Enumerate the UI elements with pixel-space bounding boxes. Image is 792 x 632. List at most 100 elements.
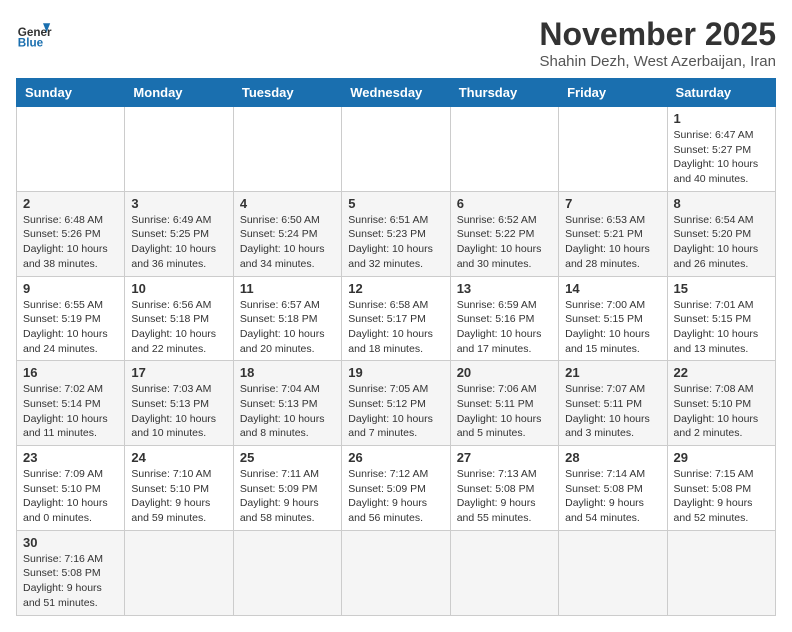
- day-info: Sunrise: 6:49 AM Sunset: 5:25 PM Dayligh…: [131, 213, 226, 272]
- calendar-day-cell: 24 Sunrise: 7:10 AM Sunset: 5:10 PM Dayli…: [125, 446, 233, 531]
- day-number: 3: [131, 196, 226, 211]
- day-number: 17: [131, 365, 226, 380]
- calendar-day-cell: 30 Sunrise: 7:16 AM Sunset: 5:08 PM Dayli…: [17, 530, 125, 615]
- day-info: Sunrise: 6:57 AM Sunset: 5:18 PM Dayligh…: [240, 298, 335, 357]
- calendar-day-cell: [342, 107, 450, 192]
- day-number: 13: [457, 281, 552, 296]
- calendar-day-cell: [450, 530, 558, 615]
- calendar-day-cell: 19Sunrise: 7:05 AM Sunset: 5:12 PM Dayli…: [342, 361, 450, 446]
- day-info: Sunrise: 6:48 AM Sunset: 5:26 PM Dayligh…: [23, 213, 118, 272]
- calendar-day-cell: [559, 530, 667, 615]
- day-number: 28: [565, 450, 660, 465]
- calendar-day-cell: 1Sunrise: 6:47 AM Sunset: 5:27 PM Daylig…: [667, 107, 775, 192]
- day-number: 9: [23, 281, 118, 296]
- day-info: Sunrise: 7:10 AM Sunset: 5:10 PM Dayligh…: [131, 467, 226, 526]
- calendar-day-cell: 21Sunrise: 7:07 AM Sunset: 5:11 PM Dayli…: [559, 361, 667, 446]
- day-number: 11: [240, 281, 335, 296]
- calendar-day-cell: 22 Sunrise: 7:08 AM Sunset: 5:10 PM Dayli…: [667, 361, 775, 446]
- weekday-header-monday: Monday: [125, 79, 233, 107]
- day-info: Sunrise: 7:04 AM Sunset: 5:13 PM Dayligh…: [240, 382, 335, 441]
- calendar-week-row: 23 Sunrise: 7:09 AM Sunset: 5:10 PM Dayli…: [17, 446, 776, 531]
- day-number: 18: [240, 365, 335, 380]
- calendar-week-row: 16 Sunrise: 7:02 AM Sunset: 5:14 PM Dayli…: [17, 361, 776, 446]
- day-info: Sunrise: 7:00 AM Sunset: 5:15 PM Dayligh…: [565, 298, 660, 357]
- calendar-day-cell: 26Sunrise: 7:12 AM Sunset: 5:09 PM Dayli…: [342, 446, 450, 531]
- calendar-day-cell: 7 Sunrise: 6:53 AM Sunset: 5:21 PM Daylig…: [559, 191, 667, 276]
- day-info: Sunrise: 7:16 AM Sunset: 5:08 PM Dayligh…: [23, 552, 118, 611]
- day-number: 4: [240, 196, 335, 211]
- day-info: Sunrise: 6:54 AM Sunset: 5:20 PM Dayligh…: [674, 213, 769, 272]
- day-number: 16: [23, 365, 118, 380]
- calendar-day-cell: 27Sunrise: 7:13 AM Sunset: 5:08 PM Dayli…: [450, 446, 558, 531]
- calendar-day-cell: 10 Sunrise: 6:56 AM Sunset: 5:18 PM Dayli…: [125, 276, 233, 361]
- day-number: 29: [674, 450, 769, 465]
- calendar-day-cell: 15 Sunrise: 7:01 AM Sunset: 5:15 PM Dayli…: [667, 276, 775, 361]
- day-info: Sunrise: 7:02 AM Sunset: 5:14 PM Dayligh…: [23, 382, 118, 441]
- day-info: Sunrise: 6:50 AM Sunset: 5:24 PM Dayligh…: [240, 213, 335, 272]
- day-info: Sunrise: 6:58 AM Sunset: 5:17 PM Dayligh…: [348, 298, 443, 357]
- calendar-day-cell: 6Sunrise: 6:52 AM Sunset: 5:22 PM Daylig…: [450, 191, 558, 276]
- day-number: 23: [23, 450, 118, 465]
- calendar-day-cell: 5 Sunrise: 6:51 AM Sunset: 5:23 PM Daylig…: [342, 191, 450, 276]
- calendar-week-row: 1Sunrise: 6:47 AM Sunset: 5:27 PM Daylig…: [17, 107, 776, 192]
- calendar-week-row: 30 Sunrise: 7:16 AM Sunset: 5:08 PM Dayli…: [17, 530, 776, 615]
- day-number: 30: [23, 535, 118, 550]
- day-number: 15: [674, 281, 769, 296]
- day-info: Sunrise: 7:08 AM Sunset: 5:10 PM Dayligh…: [674, 382, 769, 441]
- day-number: 6: [457, 196, 552, 211]
- day-info: Sunrise: 6:55 AM Sunset: 5:19 PM Dayligh…: [23, 298, 118, 357]
- day-number: 22: [674, 365, 769, 380]
- day-number: 24: [131, 450, 226, 465]
- calendar-day-cell: 16 Sunrise: 7:02 AM Sunset: 5:14 PM Dayli…: [17, 361, 125, 446]
- calendar-day-cell: 14Sunrise: 7:00 AM Sunset: 5:15 PM Dayli…: [559, 276, 667, 361]
- calendar-day-cell: [17, 107, 125, 192]
- calendar-day-cell: 13 Sunrise: 6:59 AM Sunset: 5:16 PM Dayli…: [450, 276, 558, 361]
- day-info: Sunrise: 6:51 AM Sunset: 5:23 PM Dayligh…: [348, 213, 443, 272]
- day-number: 20: [457, 365, 552, 380]
- calendar-day-cell: 18 Sunrise: 7:04 AM Sunset: 5:13 PM Dayli…: [233, 361, 341, 446]
- day-number: 19: [348, 365, 443, 380]
- calendar-day-cell: 25Sunrise: 7:11 AM Sunset: 5:09 PM Dayli…: [233, 446, 341, 531]
- calendar-day-cell: 8Sunrise: 6:54 AM Sunset: 5:20 PM Daylig…: [667, 191, 775, 276]
- month-title: November 2025: [539, 16, 776, 53]
- day-number: 5: [348, 196, 443, 211]
- day-info: Sunrise: 7:03 AM Sunset: 5:13 PM Dayligh…: [131, 382, 226, 441]
- day-number: 10: [131, 281, 226, 296]
- calendar-day-cell: [233, 107, 341, 192]
- calendar-day-cell: [125, 530, 233, 615]
- svg-text:Blue: Blue: [18, 37, 44, 50]
- calendar-day-cell: 11 Sunrise: 6:57 AM Sunset: 5:18 PM Dayli…: [233, 276, 341, 361]
- day-info: Sunrise: 6:59 AM Sunset: 5:16 PM Dayligh…: [457, 298, 552, 357]
- day-info: Sunrise: 7:01 AM Sunset: 5:15 PM Dayligh…: [674, 298, 769, 357]
- day-number: 7: [565, 196, 660, 211]
- day-number: 21: [565, 365, 660, 380]
- day-info: Sunrise: 7:09 AM Sunset: 5:10 PM Dayligh…: [23, 467, 118, 526]
- weekday-header-sunday: Sunday: [17, 79, 125, 107]
- weekday-header-friday: Friday: [559, 79, 667, 107]
- day-info: Sunrise: 6:56 AM Sunset: 5:18 PM Dayligh…: [131, 298, 226, 357]
- calendar-day-cell: 17 Sunrise: 7:03 AM Sunset: 5:13 PM Dayli…: [125, 361, 233, 446]
- header: General Blue November 2025 Shahin Dezh, …: [16, 16, 776, 70]
- calendar-day-cell: 23 Sunrise: 7:09 AM Sunset: 5:10 PM Dayli…: [17, 446, 125, 531]
- day-number: 27: [457, 450, 552, 465]
- calendar-day-cell: 12 Sunrise: 6:58 AM Sunset: 5:17 PM Dayli…: [342, 276, 450, 361]
- weekday-header-row: SundayMondayTuesdayWednesdayThursdayFrid…: [17, 79, 776, 107]
- calendar-day-cell: 29Sunrise: 7:15 AM Sunset: 5:08 PM Dayli…: [667, 446, 775, 531]
- day-info: Sunrise: 7:11 AM Sunset: 5:09 PM Dayligh…: [240, 467, 335, 526]
- calendar-day-cell: [667, 530, 775, 615]
- calendar-week-row: 2 Sunrise: 6:48 AM Sunset: 5:26 PM Daylig…: [17, 191, 776, 276]
- day-number: 1: [674, 111, 769, 126]
- calendar-day-cell: [450, 107, 558, 192]
- calendar-day-cell: 28Sunrise: 7:14 AM Sunset: 5:08 PM Dayli…: [559, 446, 667, 531]
- weekday-header-wednesday: Wednesday: [342, 79, 450, 107]
- day-info: Sunrise: 6:53 AM Sunset: 5:21 PM Dayligh…: [565, 213, 660, 272]
- day-info: Sunrise: 7:12 AM Sunset: 5:09 PM Dayligh…: [348, 467, 443, 526]
- calendar-day-cell: [342, 530, 450, 615]
- location-subtitle: Shahin Dezh, West Azerbaijan, Iran: [539, 53, 776, 70]
- calendar-table: SundayMondayTuesdayWednesdayThursdayFrid…: [16, 78, 776, 616]
- weekday-header-tuesday: Tuesday: [233, 79, 341, 107]
- day-number: 12: [348, 281, 443, 296]
- day-number: 2: [23, 196, 118, 211]
- calendar-day-cell: 4 Sunrise: 6:50 AM Sunset: 5:24 PM Daylig…: [233, 191, 341, 276]
- calendar-day-cell: [125, 107, 233, 192]
